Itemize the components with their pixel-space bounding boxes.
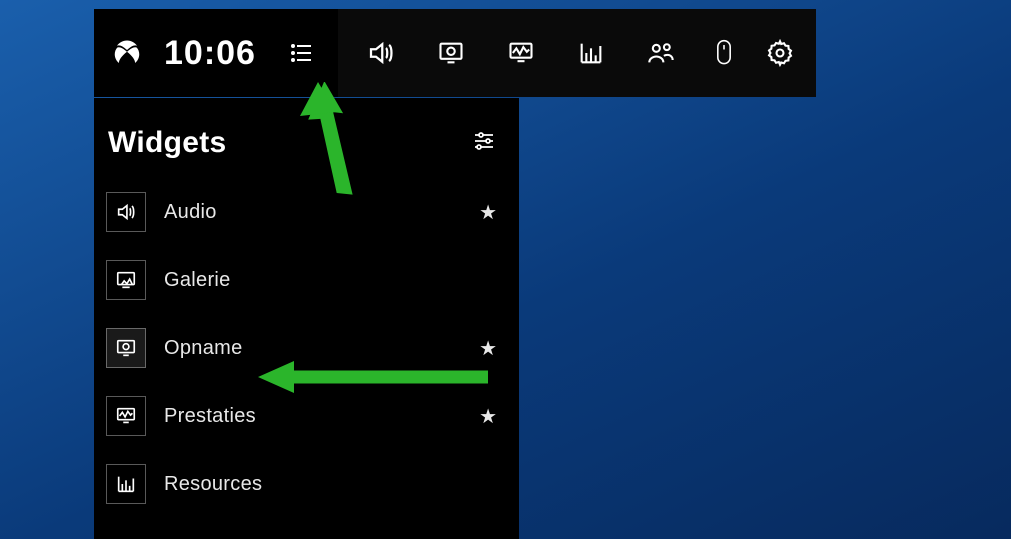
- game-bar-topbar: 10:06: [94, 8, 934, 98]
- widgets-panel: Widgets Audio★GalerieOpname★Prestaties★R…: [94, 98, 519, 539]
- widget-row-label: Galerie: [164, 269, 497, 292]
- widgets-panel-title: Widgets: [108, 126, 227, 160]
- widget-row-label: Audio: [164, 201, 479, 224]
- topbar-segment-main: 10:06: [94, 9, 338, 97]
- resources-icon: [106, 464, 146, 504]
- gallery-icon: [106, 260, 146, 300]
- star-icon[interactable]: ★: [479, 200, 497, 225]
- widget-row-opname[interactable]: Opname★: [98, 314, 515, 382]
- topbar-settings-button[interactable]: [752, 9, 808, 97]
- topbar-performance-button[interactable]: [486, 9, 556, 97]
- topbar-audio-button[interactable]: [346, 9, 416, 97]
- widgets-panel-header: Widgets: [94, 98, 519, 168]
- star-icon[interactable]: ★: [479, 336, 497, 361]
- topbar-social-button[interactable]: [626, 9, 696, 97]
- widgets-list: Audio★GalerieOpname★Prestaties★Resources: [94, 168, 519, 518]
- widget-row-label: Opname: [164, 337, 479, 360]
- widget-row-label: Resources: [164, 473, 497, 496]
- topbar-mouse-button[interactable]: [696, 9, 752, 97]
- widgets-icon[interactable]: [278, 9, 326, 97]
- capture-icon: [106, 328, 146, 368]
- widget-row-audio[interactable]: Audio★: [98, 178, 515, 246]
- audio-icon: [106, 192, 146, 232]
- star-icon[interactable]: ★: [479, 404, 497, 429]
- topbar-capture-button[interactable]: [416, 9, 486, 97]
- clock-text: 10:06: [164, 34, 256, 73]
- widget-row-resources[interactable]: Resources: [98, 450, 515, 518]
- topbar-segment-widgets: [338, 9, 816, 97]
- xbox-icon[interactable]: [112, 38, 142, 68]
- sliders-icon[interactable]: [471, 129, 497, 158]
- performance-icon: [106, 396, 146, 436]
- widget-row-prestaties[interactable]: Prestaties★: [98, 382, 515, 450]
- topbar-resources-button[interactable]: [556, 9, 626, 97]
- widget-row-label: Prestaties: [164, 405, 479, 428]
- widget-row-galerie[interactable]: Galerie: [98, 246, 515, 314]
